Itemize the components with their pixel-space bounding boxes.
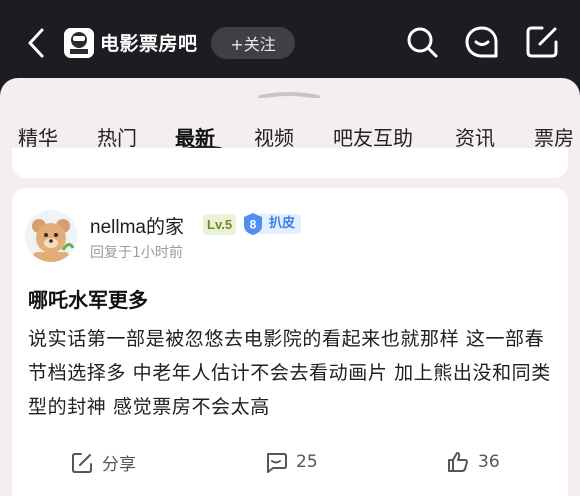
- tab-baiyou-huzhu[interactable]: 吧友互助: [333, 122, 413, 151]
- search-icon: [407, 27, 438, 58]
- share-button[interactable]: 分享: [70, 450, 136, 475]
- post-card[interactable]: nellma的家 Lv.5 8 扒皮 回复于1小时前 哪吒水军更多 说实话第一部…: [12, 188, 568, 496]
- comment-button[interactable]: 25: [264, 450, 318, 474]
- fan-level-number: 8: [250, 218, 257, 232]
- comment-count: 25: [296, 452, 318, 472]
- fan-badge: 8 扒皮: [241, 212, 302, 236]
- top-bar: 电影票房吧 +关注: [0, 0, 580, 84]
- follow-button[interactable]: +关注: [211, 27, 295, 59]
- post-body[interactable]: 说实话第一部是被忽悠去电影院的看起来也就那样 这一部春节档选择多 中老年人估计不…: [28, 322, 556, 424]
- thumbs-up-icon: [448, 452, 468, 472]
- back-button[interactable]: [22, 26, 52, 60]
- avatar[interactable]: [25, 210, 77, 262]
- tab-jinghua[interactable]: 精华: [18, 122, 58, 151]
- previous-card-edge: [12, 148, 568, 178]
- message-button[interactable]: [464, 24, 500, 60]
- tab-piaofang[interactable]: 票房: [534, 122, 574, 151]
- forum-logo[interactable]: [64, 28, 94, 58]
- reply-time: 回复于1小时前: [90, 245, 183, 261]
- fan-level-shield-icon: 8: [244, 213, 262, 235]
- drag-handle[interactable]: [258, 92, 320, 98]
- comment-icon: [267, 453, 287, 473]
- username[interactable]: nellma的家: [90, 212, 184, 239]
- post-title[interactable]: 哪吒水军更多: [28, 284, 148, 313]
- tab-remen[interactable]: 热门: [97, 122, 137, 151]
- message-icon: [465, 26, 498, 58]
- search-button[interactable]: [404, 24, 440, 60]
- fan-title: 扒皮: [259, 214, 302, 234]
- edit-button[interactable]: [524, 24, 560, 60]
- follow-label: +关注: [230, 35, 276, 54]
- like-count: 36: [478, 452, 500, 472]
- edit-icon: [526, 26, 558, 58]
- tab-zixun[interactable]: 资讯: [455, 122, 495, 151]
- like-button[interactable]: 36: [446, 450, 500, 474]
- share-label: 分享: [102, 455, 136, 475]
- level-badge: Lv.5: [203, 214, 237, 235]
- back-icon: [28, 28, 44, 58]
- tab-shipin[interactable]: 视频: [254, 122, 294, 151]
- share-icon: [72, 452, 92, 473]
- forum-name[interactable]: 电影票房吧: [100, 29, 198, 56]
- post-actions: 分享 25 36: [12, 450, 568, 480]
